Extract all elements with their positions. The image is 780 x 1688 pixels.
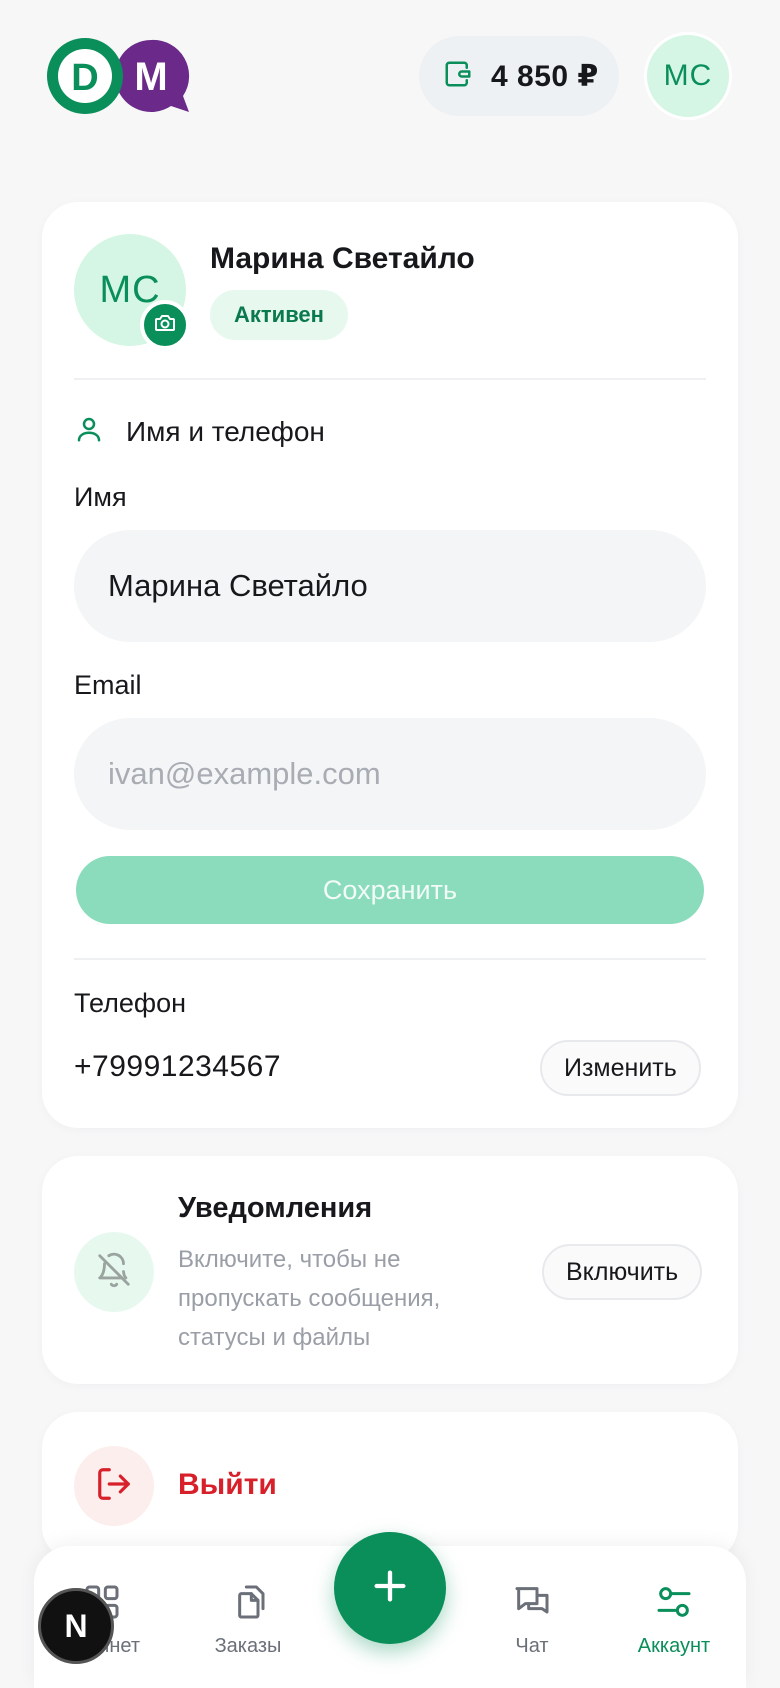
- name-input[interactable]: [74, 530, 706, 642]
- change-photo-button[interactable]: [140, 300, 190, 350]
- logout-icon: [95, 1465, 133, 1508]
- nav-item-chat[interactable]: Чат: [472, 1582, 592, 1658]
- add-order-button[interactable]: [334, 1532, 446, 1644]
- email-input[interactable]: [74, 718, 706, 830]
- user-icon: [74, 414, 104, 449]
- profile-name: Марина Светайло: [210, 242, 475, 275]
- svg-text:D: D: [71, 57, 98, 99]
- bell-off-icon: [95, 1251, 133, 1294]
- nav-label: Аккаунт: [637, 1635, 711, 1657]
- notifications-description: Включите, чтобы не пропускать сообщения,…: [178, 1246, 441, 1351]
- profile-card: MC Марина Светайло Активен Имя и телефон…: [42, 202, 738, 1128]
- logout-label: Выйти: [178, 1468, 277, 1501]
- section-name-phone: Имя и телефон: [74, 414, 325, 449]
- change-phone-button[interactable]: Изменить: [540, 1040, 701, 1096]
- bell-off-badge: [74, 1232, 154, 1312]
- status-badge: Активен: [210, 290, 348, 340]
- nav-label: Чат: [515, 1635, 549, 1657]
- header-avatar[interactable]: MC: [644, 32, 732, 120]
- enable-notifications-button[interactable]: Включить: [542, 1244, 703, 1300]
- notifications-card: Уведомления Включите, чтобы не пропускат…: [42, 1156, 738, 1384]
- sliders-icon: [654, 1582, 694, 1627]
- phone-label: Телефон: [74, 988, 187, 1018]
- email-label: Email: [74, 670, 142, 700]
- balance-pill[interactable]: 4 850 ₽: [419, 36, 619, 116]
- documents-icon: [228, 1582, 268, 1627]
- nav-item-account[interactable]: Аккаунт: [614, 1582, 734, 1658]
- balance-amount: 4 850 ₽: [491, 59, 599, 93]
- camera-icon: [153, 311, 177, 340]
- dev-tools-badge[interactable]: N: [38, 1588, 114, 1664]
- wallet-icon: [443, 59, 473, 94]
- divider: [74, 378, 706, 380]
- svg-text:M: M: [134, 55, 167, 99]
- nav-item-orders[interactable]: Заказы: [188, 1582, 308, 1658]
- save-button[interactable]: Сохранить: [76, 856, 704, 924]
- section-title: Имя и телефон: [126, 415, 325, 447]
- chat-icon: [512, 1582, 552, 1627]
- notifications-title: Уведомления: [178, 1192, 373, 1224]
- divider: [74, 958, 706, 960]
- plus-icon: [370, 1566, 410, 1611]
- brand-logo[interactable]: M D: [47, 36, 193, 116]
- name-label: Имя: [74, 482, 127, 512]
- nav-label: Заказы: [214, 1635, 282, 1657]
- account-page: M D 4 850 ₽ MC MC Марина Светайло Активе…: [0, 0, 780, 1688]
- logout-badge: [74, 1446, 154, 1526]
- phone-value: +79991234567: [74, 1050, 282, 1083]
